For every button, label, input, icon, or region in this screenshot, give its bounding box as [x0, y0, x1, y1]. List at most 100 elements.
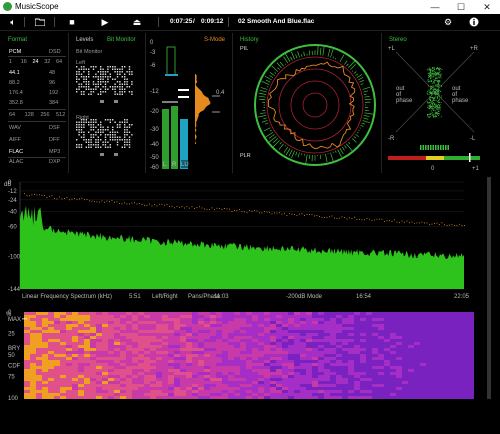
spectrogram-cell — [354, 336, 360, 339]
maximize-button[interactable]: ☐ — [452, 1, 470, 13]
peak-hold-dot — [154, 203, 155, 205]
bit-cell — [124, 146, 126, 148]
spectrogram-cell — [336, 363, 342, 366]
spectrogram-cell — [258, 345, 264, 348]
bit-cell — [112, 136, 114, 138]
spectrogram-cell — [306, 357, 312, 360]
spectrogram-cell — [288, 372, 294, 375]
spectrogram-cell — [252, 327, 258, 330]
spectrogram-cell — [414, 390, 420, 393]
spectrogram-cell — [186, 369, 192, 372]
spectrogram-cell — [288, 336, 294, 339]
spectrogram-cell — [84, 375, 90, 378]
spectrogram-cell — [72, 345, 78, 348]
spectrogram-cell — [378, 315, 384, 318]
bit-cell — [100, 126, 102, 128]
spectrogram-cell — [444, 360, 450, 363]
spectrogram-cell — [378, 384, 384, 387]
spectrogram-cell — [282, 393, 288, 396]
spectrogram-cell — [144, 369, 150, 372]
spectrogram-cell — [402, 357, 408, 360]
stereo-dot — [432, 105, 434, 107]
spectrogram-cell — [162, 330, 168, 333]
stereo-axis-label: -R — [388, 136, 395, 142]
spectrogram-cell — [456, 315, 462, 318]
spectrogram-cell — [90, 342, 96, 345]
spectrogram-cell — [306, 372, 312, 375]
spectrogram-cell — [312, 393, 318, 396]
open-folder-icon[interactable] — [33, 16, 47, 28]
bit-cell — [131, 93, 133, 95]
bit-cell — [102, 81, 104, 83]
play-icon[interactable]: ▶ — [98, 16, 112, 28]
volume-icon[interactable]: 🔈︎ — [6, 16, 20, 28]
spectrogram-cell — [156, 357, 162, 360]
scrollbar[interactable] — [487, 177, 491, 399]
bit-cell — [92, 66, 95, 68]
stereo-dot — [434, 91, 436, 93]
spectrogram-cell — [456, 330, 462, 333]
spectrogram-cell — [102, 390, 108, 393]
toolbar: 🔈︎ ■ ▶ ⏏ 0:07:25 / 0:09:12 02 Smooth And… — [0, 14, 500, 31]
spectrogram-cell — [126, 324, 132, 327]
spectrogram-cell — [300, 339, 306, 342]
spectrogram-cell — [132, 378, 138, 381]
settings-gear-icon[interactable]: ⚙ — [441, 16, 455, 28]
spectrogram-cell — [288, 396, 294, 399]
spectrogram-cell — [372, 387, 378, 390]
stereo-dot — [429, 80, 431, 82]
divider — [8, 121, 66, 122]
close-button[interactable]: ✕ — [478, 1, 496, 13]
spectrogram-cell — [36, 330, 42, 333]
minimize-button[interactable]: — — [426, 1, 444, 13]
spectrogram-cell — [408, 330, 414, 333]
peak-hold-dot — [26, 195, 28, 196]
spectrogram-cell — [462, 363, 468, 366]
bit-cell — [124, 73, 126, 75]
spectrogram-cell — [396, 372, 402, 375]
bit-cell — [100, 146, 102, 148]
spectrogram-cell — [174, 351, 180, 354]
spectrogram-cell — [402, 315, 408, 318]
spectrogram-cell — [114, 354, 120, 357]
stereo-axis-label: +L — [388, 46, 396, 52]
stereo-dot — [438, 111, 439, 113]
spectrogram-cell — [48, 396, 54, 399]
stereo-dot — [433, 109, 434, 111]
spectrogram-cell — [180, 354, 186, 357]
eject-icon[interactable]: ⏏ — [130, 16, 144, 28]
spectrogram-cell — [414, 312, 420, 315]
stop-icon[interactable]: ■ — [65, 16, 79, 28]
spectrogram-cell — [360, 312, 366, 315]
spectrogram-cell — [294, 348, 300, 351]
spectrogram-cell — [72, 378, 78, 381]
spectrogram-cell — [306, 339, 312, 342]
spectrogram-cell — [396, 327, 402, 330]
spectrogram-cell — [324, 381, 330, 384]
bit-cell — [85, 139, 87, 141]
spectrogram-cell — [426, 396, 432, 399]
spectrogram-cell — [42, 345, 48, 348]
spectrogram-cell — [72, 330, 78, 333]
spectrogram-cell — [48, 330, 54, 333]
spectrogram-cell — [450, 357, 456, 360]
spectrogram-cell — [48, 348, 54, 351]
spectrogram-cell — [228, 396, 234, 399]
spectrogram-cell — [246, 375, 252, 378]
spectrogram-cell — [120, 354, 126, 357]
history-spike — [351, 138, 357, 143]
spectrogram-cell — [36, 363, 42, 366]
bit-monitor-tab[interactable]: Bit Monitor — [107, 37, 136, 43]
correlation-tick — [437, 145, 439, 150]
spectrogram-cell — [456, 327, 462, 330]
spectrogram-cell — [402, 351, 408, 354]
spectrogram-cell — [192, 381, 198, 384]
info-icon[interactable] — [467, 16, 481, 28]
bit-cell — [102, 71, 104, 73]
stereo-dot — [429, 113, 431, 115]
spectrogram-cell — [462, 381, 468, 384]
spectrogram-cell — [114, 312, 120, 315]
spectrogram-cell — [438, 351, 444, 354]
bit-cell — [131, 73, 133, 75]
spectrogram-cell — [336, 372, 342, 375]
